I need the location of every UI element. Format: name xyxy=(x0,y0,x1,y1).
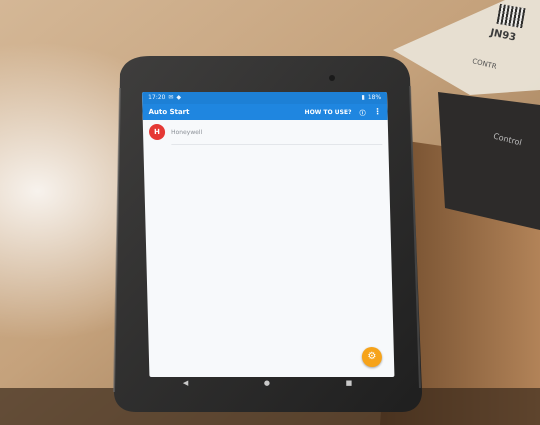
recents-icon[interactable]: ■ xyxy=(346,379,353,387)
gear-icon: ⚙ xyxy=(367,351,377,362)
back-icon[interactable]: ◀ xyxy=(183,379,188,387)
app-title: Auto Start xyxy=(148,108,190,116)
app-list: H Honeywell xyxy=(143,120,389,149)
info-icon[interactable]: ⓘ xyxy=(359,108,365,117)
notification-icon: ✉ xyxy=(168,94,174,101)
list-item-label: Honeywell xyxy=(170,128,203,136)
list-item[interactable]: H Honeywell xyxy=(148,124,382,140)
battery-icon: ▮ xyxy=(361,94,365,101)
app-actions: HOW TO USE? ⓘ ⋮ xyxy=(304,107,382,117)
battery-percent: 18% xyxy=(367,94,382,101)
divider xyxy=(171,144,383,145)
status-bar: 17:20 ✉ ◆ ▮ 18% xyxy=(142,92,388,104)
app-icon: H xyxy=(148,124,166,140)
status-time: 17:20 xyxy=(148,94,166,101)
settings-fab[interactable]: ⚙ xyxy=(361,347,383,367)
how-to-use-button[interactable]: HOW TO USE? xyxy=(305,109,352,116)
android-navbar: ◀ ● ■ xyxy=(145,377,390,389)
phone-screen: 17:20 ✉ ◆ ▮ 18% Auto Start HOW TO USE? ⓘ… xyxy=(142,92,395,377)
qr-code-image xyxy=(496,3,526,29)
home-icon[interactable]: ● xyxy=(264,379,270,387)
overflow-menu-icon[interactable]: ⋮ xyxy=(373,107,381,116)
app-bar: Auto Start HOW TO USE? ⓘ ⋮ xyxy=(142,104,388,120)
photo-scene: JN93 CONTR Control 17:20 ✉ ◆ ▮ 18% Auto … xyxy=(0,0,540,425)
signal-icon: ◆ xyxy=(176,94,182,101)
